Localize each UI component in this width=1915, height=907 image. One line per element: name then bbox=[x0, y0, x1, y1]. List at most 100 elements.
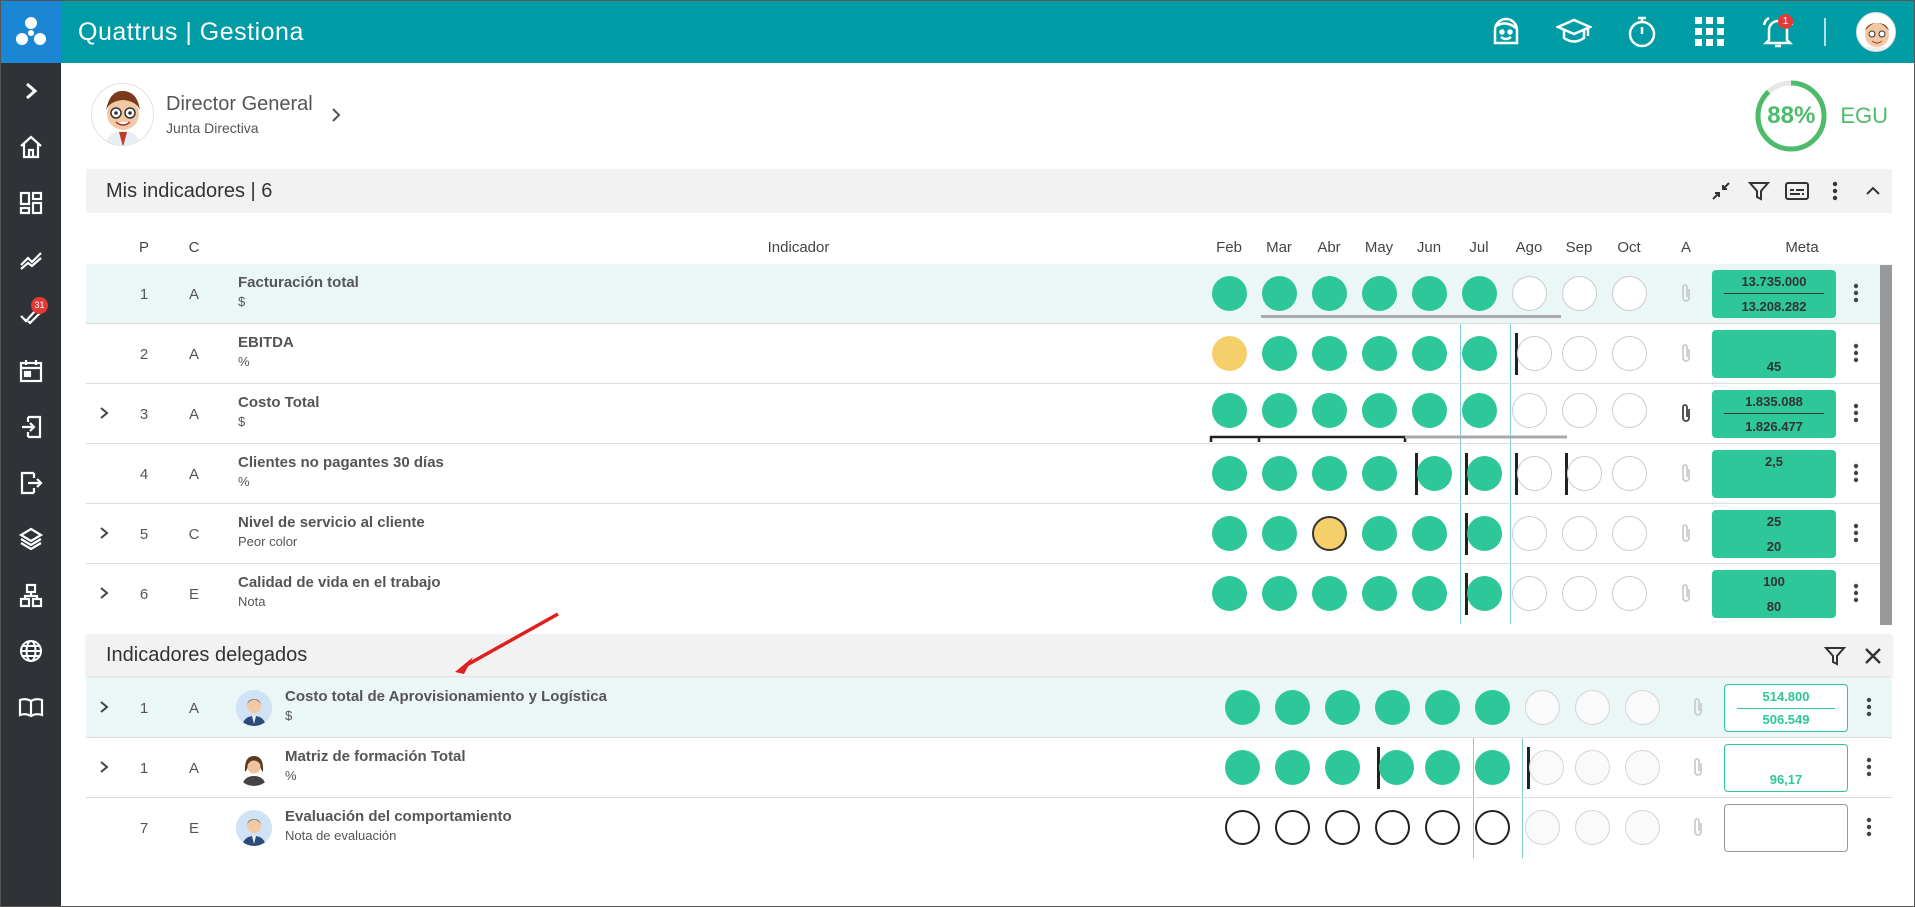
attachment-icon[interactable] bbox=[1692, 696, 1704, 718]
indicator-name[interactable]: Clientes no pagantes 30 días bbox=[238, 454, 444, 471]
sidebar-item-book[interactable] bbox=[1, 679, 61, 735]
status-dot-green[interactable] bbox=[1412, 576, 1447, 611]
status-dot-empty[interactable] bbox=[1612, 516, 1647, 551]
status-dot-green[interactable] bbox=[1312, 576, 1347, 611]
status-dot-green[interactable] bbox=[1475, 750, 1510, 785]
more-vert-icon[interactable] bbox=[1866, 816, 1872, 838]
table-row[interactable]: 4 A Clientes no pagantes 30 días % 2,5 bbox=[86, 444, 1892, 504]
more-vert-icon[interactable] bbox=[1853, 282, 1859, 304]
more-vert-icon[interactable] bbox=[1866, 696, 1872, 718]
status-dot-green[interactable] bbox=[1475, 690, 1510, 725]
status-dot-green[interactable] bbox=[1412, 516, 1447, 551]
chevron-up-icon[interactable] bbox=[1854, 172, 1892, 210]
more-vert-icon[interactable] bbox=[1853, 522, 1859, 544]
egu-indicator[interactable]: 88% EGU bbox=[1754, 79, 1888, 153]
table-row[interactable]: 7 E Evaluación del comportamiento Nota d… bbox=[86, 798, 1892, 858]
indicator-name[interactable]: Evaluación del comportamiento bbox=[285, 808, 512, 825]
status-dot-green[interactable] bbox=[1212, 516, 1247, 551]
status-dot-green[interactable] bbox=[1312, 336, 1347, 371]
status-dot-green[interactable] bbox=[1362, 276, 1397, 311]
status-dot-empty[interactable] bbox=[1562, 516, 1597, 551]
status-dot-empty[interactable] bbox=[1525, 810, 1560, 845]
indicator-name[interactable]: Matriz de formación Total bbox=[285, 748, 466, 765]
status-dot-green[interactable] bbox=[1225, 750, 1260, 785]
meta-box[interactable]: 1.835.088 1.826.477 bbox=[1712, 390, 1836, 438]
scrollbar[interactable] bbox=[1880, 265, 1892, 625]
status-dot-empty[interactable] bbox=[1512, 516, 1547, 551]
meta-box[interactable]: 100 80 bbox=[1712, 570, 1836, 618]
status-dot-empty[interactable] bbox=[1625, 690, 1660, 725]
sidebar-item-layers[interactable] bbox=[1, 511, 61, 567]
meta-box[interactable]: 2,5 bbox=[1712, 450, 1836, 498]
status-dot-empty[interactable] bbox=[1612, 456, 1647, 491]
status-dot-empty[interactable] bbox=[1575, 810, 1610, 845]
sidebar-item-org[interactable] bbox=[1, 567, 61, 623]
status-dot-empty[interactable] bbox=[1512, 393, 1547, 428]
table-row[interactable]: 5 C Nivel de servicio al cliente Peor co… bbox=[86, 504, 1892, 564]
meta-box[interactable]: 13.735.000 13.208.282 bbox=[1712, 270, 1836, 318]
status-dot-green[interactable] bbox=[1412, 336, 1447, 371]
status-dot-green[interactable] bbox=[1412, 393, 1447, 428]
graduation-cap-icon[interactable] bbox=[1550, 8, 1598, 56]
status-dot-pending[interactable] bbox=[1475, 810, 1510, 845]
status-dot-green[interactable] bbox=[1467, 576, 1502, 611]
status-dot-green[interactable] bbox=[1462, 276, 1497, 311]
status-dot-empty[interactable] bbox=[1562, 393, 1597, 428]
sidebar-item-login[interactable] bbox=[1, 399, 61, 455]
indicator-name[interactable]: Nivel de servicio al cliente bbox=[238, 514, 425, 531]
status-dot-empty[interactable] bbox=[1625, 750, 1660, 785]
table-row[interactable]: 6 E Calidad de vida en el trabajo Nota 1… bbox=[86, 564, 1892, 624]
attachment-icon[interactable] bbox=[1680, 462, 1692, 484]
status-dot-empty[interactable] bbox=[1575, 750, 1610, 785]
status-dot-green[interactable] bbox=[1275, 750, 1310, 785]
attachment-icon[interactable] bbox=[1680, 582, 1692, 604]
apps-grid-icon[interactable] bbox=[1686, 8, 1734, 56]
chevron-right-icon[interactable] bbox=[98, 405, 110, 421]
status-dot-pending[interactable] bbox=[1325, 810, 1360, 845]
attachment-icon[interactable] bbox=[1680, 342, 1692, 364]
status-dot-empty[interactable] bbox=[1612, 576, 1647, 611]
indicator-name[interactable]: Facturación total bbox=[238, 274, 359, 291]
status-dot-green[interactable] bbox=[1325, 690, 1360, 725]
bell-icon[interactable]: 1 bbox=[1754, 8, 1802, 56]
status-dot-empty[interactable] bbox=[1517, 456, 1552, 491]
status-dot-green[interactable] bbox=[1375, 690, 1410, 725]
status-dot-green[interactable] bbox=[1212, 393, 1247, 428]
status-dot-green[interactable] bbox=[1417, 456, 1452, 491]
sidebar-item-globe[interactable] bbox=[1, 623, 61, 679]
indicator-name[interactable]: Costo total de Aprovisionamiento y Logís… bbox=[285, 688, 607, 705]
table-row[interactable]: 2 A EBITDA % 45 bbox=[86, 324, 1892, 384]
more-vert-icon[interactable] bbox=[1853, 402, 1859, 424]
status-dot-pending[interactable] bbox=[1375, 810, 1410, 845]
sidebar-item-tasks[interactable]: 31 bbox=[1, 287, 61, 343]
indicator-name[interactable]: EBITDA bbox=[238, 334, 294, 351]
status-dot-green[interactable] bbox=[1467, 516, 1502, 551]
status-dot-empty[interactable] bbox=[1512, 576, 1547, 611]
close-icon[interactable] bbox=[1854, 637, 1892, 675]
meta-box[interactable]: 96,17 bbox=[1724, 744, 1848, 792]
status-dot-yellow[interactable] bbox=[1312, 516, 1347, 551]
status-dot-green[interactable] bbox=[1262, 576, 1297, 611]
attachment-icon[interactable] bbox=[1680, 522, 1692, 544]
table-row[interactable]: 1 A Costo total de Aprovisionamiento y L… bbox=[86, 678, 1892, 738]
status-dot-green[interactable] bbox=[1312, 456, 1347, 491]
sidebar-item-trend[interactable] bbox=[1, 231, 61, 287]
subtitles-icon[interactable] bbox=[1778, 172, 1816, 210]
status-dot-empty[interactable] bbox=[1529, 750, 1564, 785]
status-dot-empty[interactable] bbox=[1525, 690, 1560, 725]
status-dot-empty[interactable] bbox=[1612, 336, 1647, 371]
table-row[interactable]: 3 A Costo Total $ 1.835.088 1.826.477 bbox=[86, 384, 1892, 444]
status-dot-green[interactable] bbox=[1325, 750, 1360, 785]
more-vert-icon[interactable] bbox=[1853, 462, 1859, 484]
status-dot-green[interactable] bbox=[1212, 456, 1247, 491]
table-row[interactable]: 1 A Facturación total $ 13.735.000 13.208… bbox=[86, 264, 1892, 324]
status-dot-empty[interactable] bbox=[1612, 276, 1647, 311]
status-dot-empty[interactable] bbox=[1562, 576, 1597, 611]
status-dot-green[interactable] bbox=[1362, 456, 1397, 491]
sidebar-item-home[interactable] bbox=[1, 119, 61, 175]
status-dot-pending[interactable] bbox=[1275, 810, 1310, 845]
profile-header[interactable]: Director General Junta Directiva bbox=[91, 83, 343, 146]
status-dot-green[interactable] bbox=[1462, 393, 1497, 428]
filter-icon[interactable] bbox=[1816, 637, 1854, 675]
status-dot-green[interactable] bbox=[1462, 336, 1497, 371]
